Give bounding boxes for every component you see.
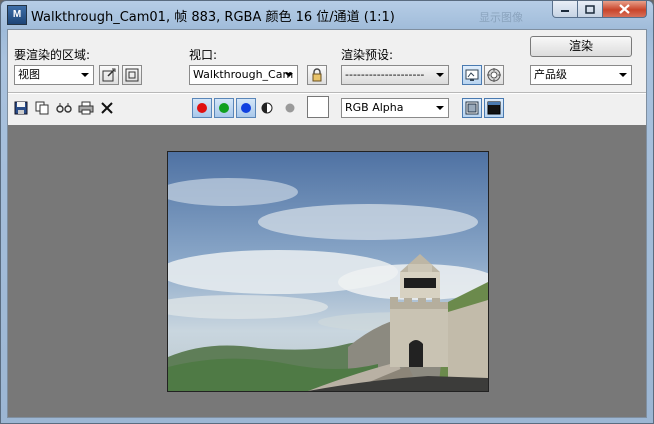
clone-window-icon (56, 103, 72, 113)
title-bar[interactable]: M Walkthrough_Cam01, 帧 883, RGBA 颜色 16 位… (1, 1, 653, 29)
blue-channel-toggle[interactable] (236, 98, 256, 118)
display-icon (487, 101, 501, 115)
monochrome-icon (261, 102, 273, 114)
chevron-down-icon (281, 66, 297, 84)
save-icon (14, 101, 28, 115)
clone-window-button[interactable] (55, 99, 73, 117)
render-viewport[interactable] (8, 125, 646, 417)
background-window-text: 显示图像 (479, 11, 523, 24)
gray-toggle[interactable] (281, 99, 299, 117)
chevron-down-icon (432, 66, 448, 84)
3ds-max-icon[interactable]: M (7, 5, 27, 25)
minimize-icon (561, 10, 569, 12)
overlay-toggle-button[interactable] (462, 98, 482, 118)
overlay-icon (465, 101, 479, 115)
close-button[interactable] (603, 1, 647, 18)
area-to-render-label: 要渲染的区域: (14, 48, 91, 62)
monochrome-toggle[interactable] (258, 99, 276, 117)
print-icon (78, 101, 94, 115)
display-toggle-button[interactable] (484, 98, 504, 118)
green-channel-dot-icon (219, 103, 229, 113)
maximize-button[interactable] (578, 1, 603, 18)
auto-region-icon (125, 68, 139, 82)
edit-region-icon (102, 68, 116, 82)
area-to-render-dropdown[interactable]: 视图 (14, 65, 94, 85)
copy-icon (35, 101, 49, 115)
render-frame-window: M Walkthrough_Cam01, 帧 883, RGBA 颜色 16 位… (0, 0, 654, 424)
render-frame-client: 要渲染的区域: 视口: 渲染预设: 渲染 视图 Walkthrough_Cam … (7, 29, 647, 418)
viewport-dropdown[interactable]: Walkthrough_Cam (189, 65, 298, 85)
save-image-button[interactable] (12, 99, 30, 117)
print-image-button[interactable] (77, 99, 95, 117)
minimize-button[interactable] (552, 1, 578, 18)
toolbar-separator (8, 92, 646, 94)
auto-region-button[interactable] (122, 65, 142, 85)
blue-channel-dot-icon (241, 103, 251, 113)
display-channel-dropdown[interactable]: RGB Alpha (341, 98, 449, 118)
window-controls (552, 1, 647, 19)
render-preset-dropdown[interactable]: -------------------- (341, 65, 449, 85)
render-quality-dropdown[interactable]: 产品级 (530, 65, 632, 85)
render-setup-icon (465, 69, 479, 81)
clear-icon (101, 102, 113, 114)
render-setup-button[interactable] (462, 65, 482, 85)
environment-icon (487, 68, 501, 82)
lock-viewport-button[interactable] (307, 65, 327, 85)
gray-dot-icon (285, 103, 295, 113)
edit-region-button[interactable] (99, 65, 119, 85)
chevron-down-icon (77, 66, 93, 84)
clear-image-button[interactable] (98, 99, 116, 117)
green-channel-toggle[interactable] (214, 98, 234, 118)
copy-image-button[interactable] (33, 99, 51, 117)
close-icon (619, 4, 630, 14)
lock-icon (312, 68, 322, 82)
environment-button[interactable] (484, 65, 504, 85)
chevron-down-icon (432, 99, 448, 117)
rendered-image (167, 151, 489, 392)
maximize-icon (585, 4, 595, 14)
viewport-label: 视口: (189, 48, 218, 62)
red-channel-dot-icon (197, 103, 207, 113)
render-preset-label: 渲染预设: (341, 48, 394, 62)
render-button[interactable]: 渲染 (530, 36, 632, 57)
red-channel-toggle[interactable] (192, 98, 212, 118)
chevron-down-icon (615, 66, 631, 84)
color-swatch[interactable] (307, 96, 329, 118)
window-title: Walkthrough_Cam01, 帧 883, RGBA 颜色 16 位/通… (31, 10, 395, 25)
rendered-scene (168, 152, 488, 391)
